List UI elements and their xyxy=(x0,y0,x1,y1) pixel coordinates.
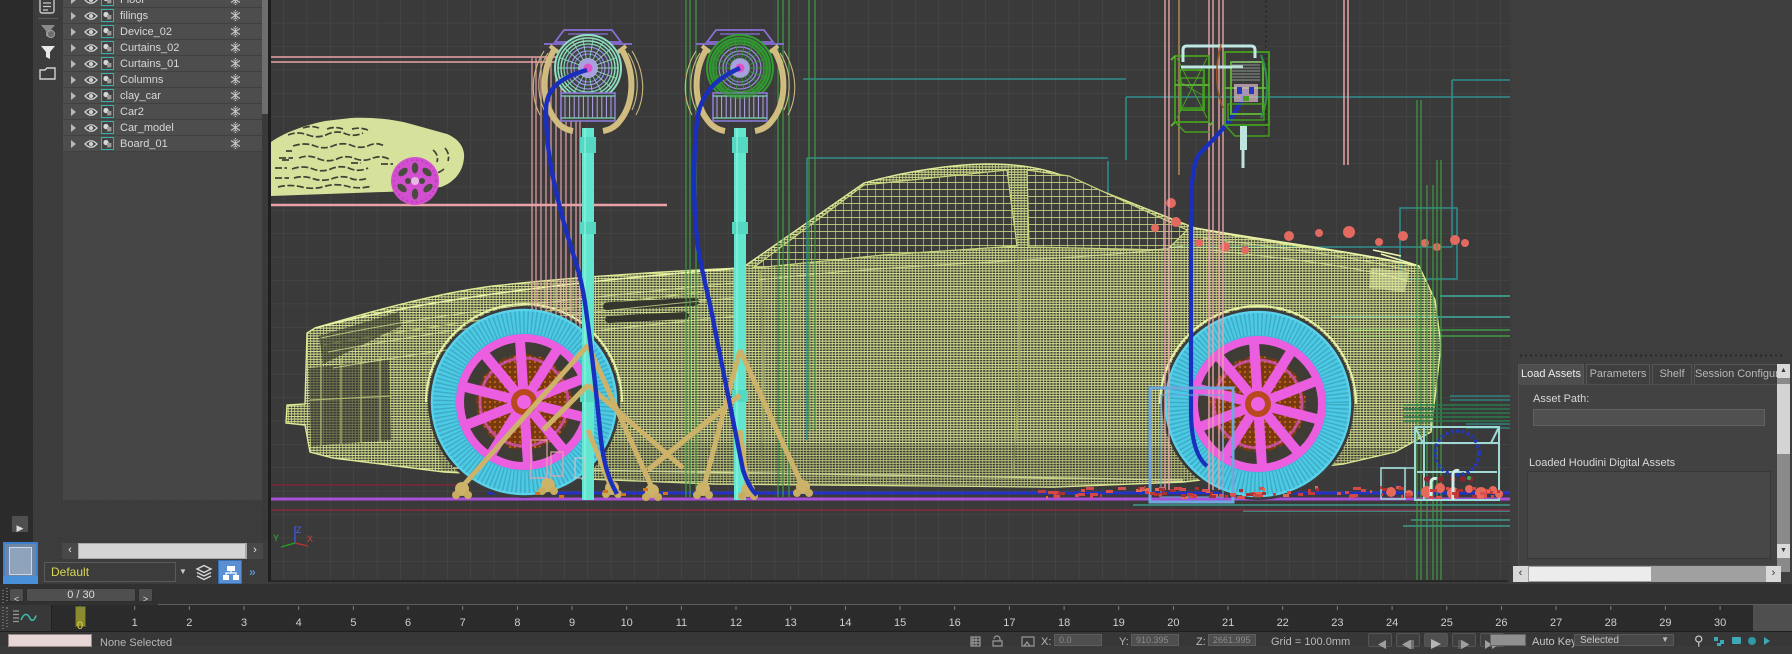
svg-text:X: X xyxy=(307,534,313,544)
svg-text:Y: Y xyxy=(273,533,279,543)
svg-text:0: 0 xyxy=(77,620,83,631)
svg-text:6: 6 xyxy=(405,617,411,629)
svg-text:3: 3 xyxy=(241,617,247,629)
svg-text:25: 25 xyxy=(1441,617,1453,629)
svg-text:28: 28 xyxy=(1605,617,1617,629)
svg-text:22: 22 xyxy=(1277,617,1289,629)
svg-text:20: 20 xyxy=(1167,617,1179,629)
svg-text:26: 26 xyxy=(1495,617,1507,629)
svg-text:29: 29 xyxy=(1659,617,1671,629)
svg-text:15: 15 xyxy=(894,617,906,629)
svg-text:4: 4 xyxy=(296,617,302,629)
svg-text:2: 2 xyxy=(186,617,192,629)
svg-text:27: 27 xyxy=(1550,617,1562,629)
svg-text:Z: Z xyxy=(296,525,302,535)
svg-text:19: 19 xyxy=(1113,617,1125,629)
svg-text:21: 21 xyxy=(1222,617,1234,629)
svg-text:11: 11 xyxy=(676,617,687,629)
svg-text:23: 23 xyxy=(1331,617,1343,629)
svg-text:1: 1 xyxy=(132,617,138,629)
svg-text:16: 16 xyxy=(949,617,961,629)
svg-text:18: 18 xyxy=(1058,617,1070,629)
svg-text:9: 9 xyxy=(569,617,575,629)
svg-text:14: 14 xyxy=(839,617,851,629)
svg-text:24: 24 xyxy=(1386,617,1398,629)
svg-text:7: 7 xyxy=(460,617,466,629)
svg-text:30: 30 xyxy=(1714,617,1726,629)
svg-text:12: 12 xyxy=(730,617,742,629)
svg-text:13: 13 xyxy=(785,617,797,629)
svg-text:5: 5 xyxy=(350,617,356,629)
svg-text:8: 8 xyxy=(514,617,520,629)
svg-text:10: 10 xyxy=(621,617,633,629)
svg-text:17: 17 xyxy=(1003,617,1015,629)
